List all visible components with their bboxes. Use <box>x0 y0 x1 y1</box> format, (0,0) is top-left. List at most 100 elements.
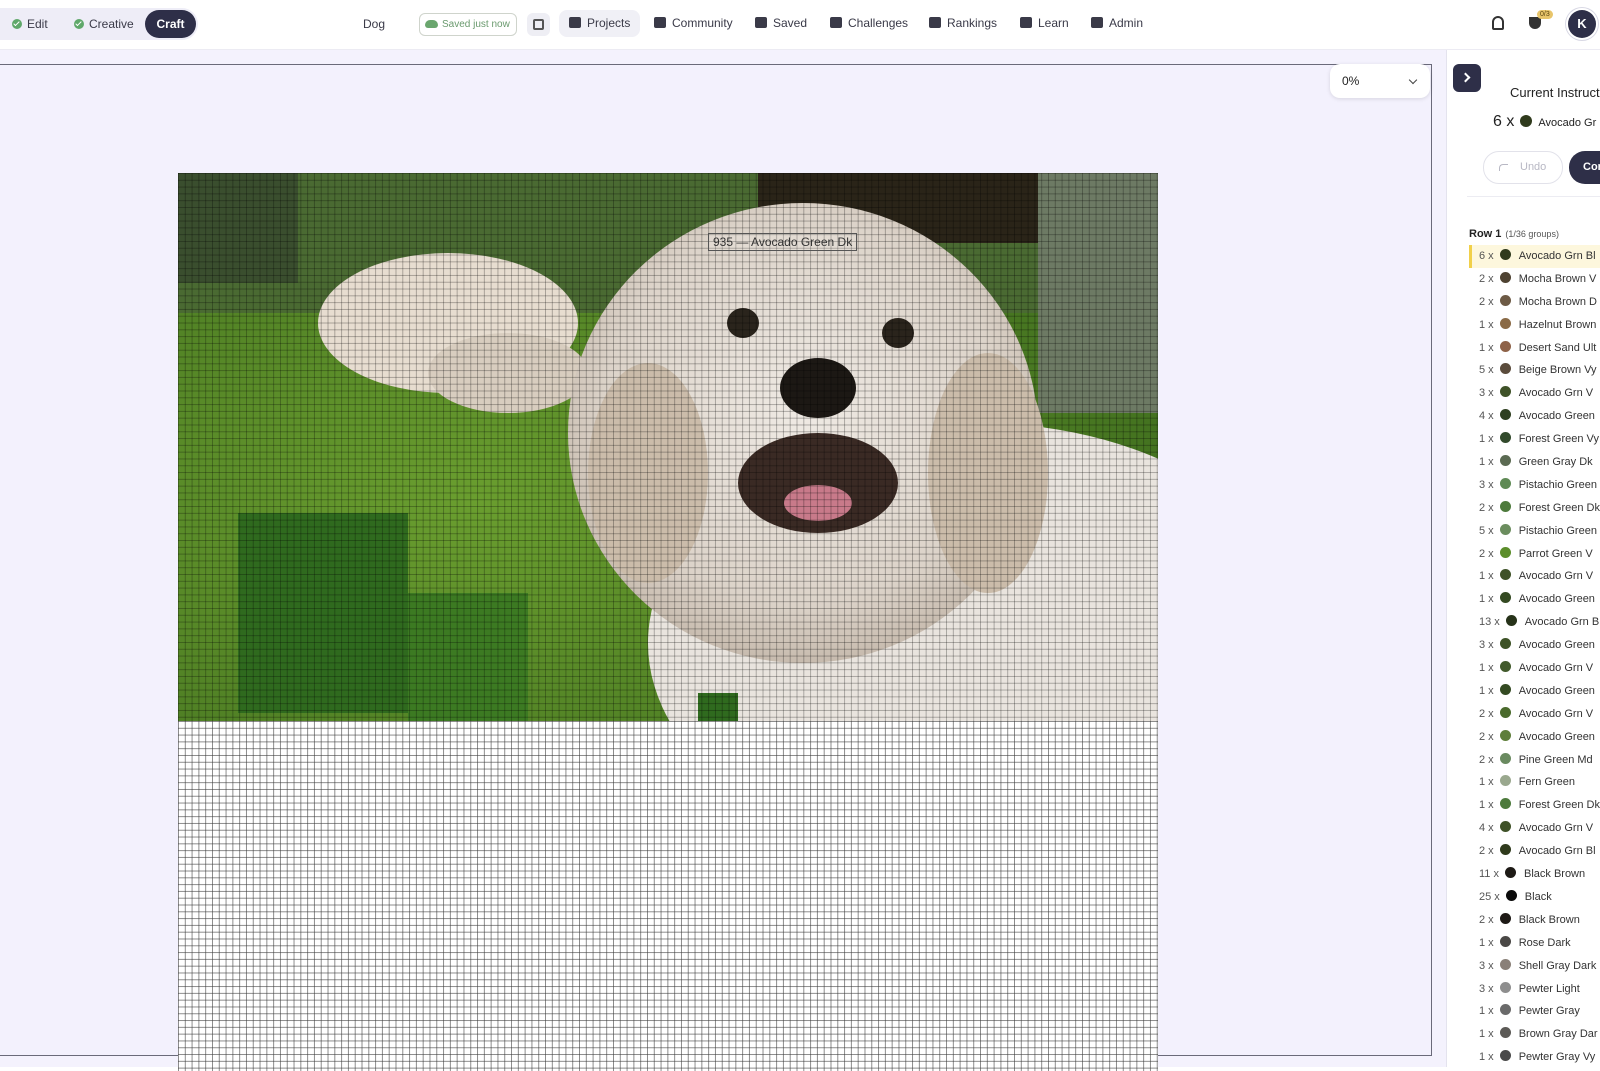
nav-saved[interactable]: Saved <box>755 10 807 37</box>
nav-projects[interactable]: Projects <box>559 10 641 37</box>
color-group-name: Pistachio Green <box>1518 524 1597 537</box>
mode-creative-label: Creative <box>89 17 134 31</box>
current-instruction-title: Current Instruct <box>1510 85 1600 100</box>
color-group-count: 1 x <box>1479 341 1494 354</box>
color-group-count: 1 x <box>1479 318 1494 331</box>
color-group-item[interactable]: 2 x Pine Green Md <box>1469 749 1600 772</box>
mode-creative-button[interactable]: Creative <box>74 10 134 38</box>
color-swatch <box>1499 340 1511 352</box>
nav-learn[interactable]: Learn <box>1020 10 1069 37</box>
color-group-item[interactable]: 1 x Green Gray Dk <box>1469 451 1600 474</box>
color-group-item[interactable]: 2 x Avocado Green <box>1469 726 1600 749</box>
color-group-item[interactable]: 2 x Avocado Grn Bl <box>1469 840 1600 863</box>
mode-craft-button[interactable]: Craft <box>145 10 196 38</box>
color-group-item[interactable]: 13 x Avocado Grn B <box>1469 611 1600 634</box>
trophy-icon <box>830 17 842 28</box>
color-group-item[interactable]: 11 x Black Brown <box>1469 863 1600 886</box>
color-swatch <box>1499 683 1511 695</box>
color-group-item[interactable]: 3 x Pewter Light <box>1469 978 1600 1001</box>
nav-community[interactable]: Community <box>654 10 733 37</box>
color-group-item[interactable]: 5 x Pistachio Green <box>1469 520 1600 543</box>
zoom-select[interactable]: 0% <box>1330 64 1430 98</box>
color-swatch <box>1499 432 1511 444</box>
color-group-item[interactable]: 1 x Hazelnut Brown <box>1469 314 1600 337</box>
save-button[interactable] <box>527 13 550 36</box>
color-group-name: Avocado Grn V <box>1518 822 1594 835</box>
color-group-item[interactable]: 3 x Shell Gray Dark <box>1469 955 1600 978</box>
color-group-item[interactable]: 1 x Rose Dark <box>1469 932 1600 955</box>
check-icon <box>12 19 22 29</box>
color-group-name: Green Gray Dk <box>1518 456 1593 469</box>
current-color-swatch <box>1520 115 1533 127</box>
color-group-item[interactable]: 1 x Pewter Gray Vy <box>1469 1046 1600 1067</box>
color-group-item[interactable]: 1 x Forest Green Vy <box>1469 428 1600 451</box>
color-group-count: 3 x <box>1479 478 1494 491</box>
project-name[interactable]: Dog <box>363 17 385 31</box>
nav-challenges[interactable]: Challenges <box>830 10 908 37</box>
color-group-name: Avocado Grn V <box>1518 570 1594 583</box>
color-swatch <box>1499 569 1511 581</box>
current-instruction-color-name: Avocado Gr <box>1538 117 1597 129</box>
color-group-item[interactable]: 6 x Avocado Grn Bl <box>1469 245 1600 268</box>
color-group-item[interactable]: 1 x Avocado Green <box>1469 680 1600 703</box>
color-group-name: Shell Gray Dark <box>1518 959 1597 972</box>
color-group-item[interactable]: 4 x Avocado Green <box>1469 405 1600 428</box>
divider <box>1467 196 1600 197</box>
color-group-item[interactable]: 3 x Avocado Green <box>1469 634 1600 657</box>
mode-edit-button[interactable]: Edit <box>12 10 48 38</box>
color-group-name: Forest Green Dk <box>1518 799 1600 812</box>
color-group-item[interactable]: 2 x Mocha Brown D <box>1469 291 1600 314</box>
color-group-name: Avocado Grn V <box>1518 387 1594 400</box>
color-group-item[interactable]: 25 x Black <box>1469 886 1600 909</box>
color-group-name: Forest Green Dk <box>1518 501 1600 514</box>
bell-icon[interactable] <box>1492 16 1504 30</box>
color-group-item[interactable]: 1 x Forest Green Dk <box>1469 794 1600 817</box>
color-swatch <box>1504 867 1516 879</box>
cross-stitch-pattern[interactable]: 935 — Avocado Green Dk <box>178 173 1158 1071</box>
mode-edit-label: Edit <box>27 17 48 31</box>
pattern-unstitched-grid[interactable] <box>178 721 1158 1071</box>
nav-projects-label: Projects <box>587 16 631 30</box>
color-group-item[interactable]: 1 x Avocado Green <box>1469 588 1600 611</box>
color-group-item[interactable]: 5 x Beige Brown Vy <box>1469 359 1600 382</box>
color-group-count: 11 x <box>1479 868 1499 881</box>
color-group-item[interactable]: 1 x Fern Green <box>1469 771 1600 794</box>
color-group-count: 2 x <box>1479 730 1494 743</box>
color-group-item[interactable]: 1 x Pewter Gray <box>1469 1000 1600 1023</box>
color-group-item[interactable]: 1 x Brown Gray Dar <box>1469 1023 1600 1046</box>
color-group-item[interactable]: 3 x Pistachio Green <box>1469 474 1600 497</box>
color-swatch <box>1499 935 1511 947</box>
color-group-item[interactable]: 1 x Desert Sand Ult <box>1469 337 1600 360</box>
color-swatch <box>1499 455 1511 467</box>
color-group-item[interactable]: 1 x Avocado Grn V <box>1469 657 1600 680</box>
color-swatch <box>1505 615 1517 627</box>
canvas-frame[interactable]: 935 — Avocado Green Dk <box>0 64 1432 1071</box>
color-group-item[interactable]: 2 x Forest Green Dk <box>1469 497 1600 520</box>
panel-collapse-button[interactable] <box>1453 64 1481 92</box>
complete-button[interactable]: Cor <box>1569 151 1600 184</box>
zoom-value: 0% <box>1342 74 1360 88</box>
color-group-item[interactable]: 2 x Mocha Brown V <box>1469 268 1600 291</box>
undo-button[interactable]: Undo <box>1483 151 1563 184</box>
color-group-count: 2 x <box>1479 845 1494 858</box>
color-group-item[interactable]: 2 x Black Brown <box>1469 909 1600 932</box>
nav-admin[interactable]: Admin <box>1091 10 1143 37</box>
avatar[interactable]: K <box>1568 10 1596 38</box>
nav-rankings[interactable]: Rankings <box>929 10 997 37</box>
color-group-item[interactable]: 2 x Avocado Grn V <box>1469 703 1600 726</box>
color-group-item[interactable]: 4 x Avocado Grn V <box>1469 817 1600 840</box>
stitch-grid-overlay <box>178 173 1158 721</box>
achievement-count-badge: 0/3 <box>1537 10 1553 19</box>
color-group-item[interactable]: 1 x Avocado Grn V <box>1469 565 1600 588</box>
color-group-item[interactable]: 2 x Parrot Green V <box>1469 543 1600 566</box>
color-group-name: Pewter Gray Vy <box>1518 1051 1596 1064</box>
color-swatch <box>1499 409 1511 421</box>
color-group-count: 3 x <box>1479 387 1494 400</box>
color-group-count: 1 x <box>1479 936 1494 949</box>
color-swatch <box>1499 844 1511 856</box>
nav-saved-label: Saved <box>773 16 808 30</box>
folder-icon <box>569 17 581 28</box>
color-group-count: 1 x <box>1479 799 1494 812</box>
color-group-item[interactable]: 3 x Avocado Grn V <box>1469 382 1600 405</box>
pattern-stitched-image[interactable]: 935 — Avocado Green Dk <box>178 173 1158 721</box>
